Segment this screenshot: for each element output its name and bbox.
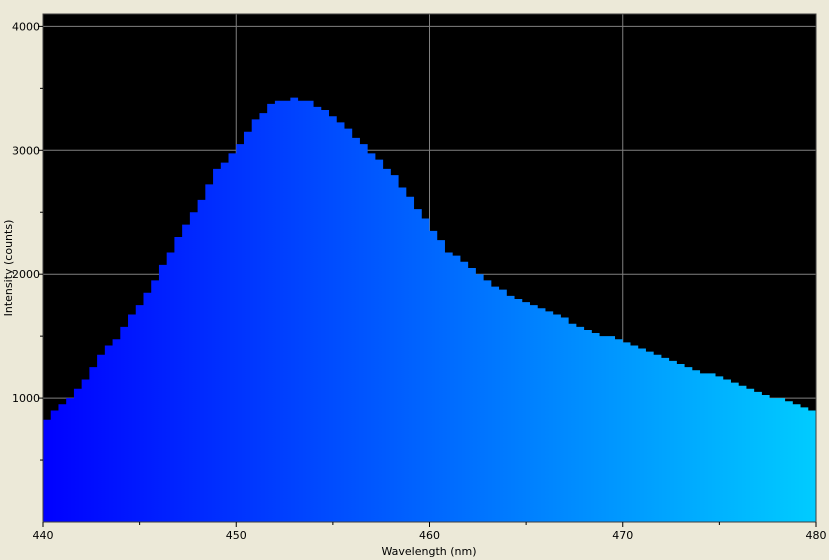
x-tick-label: 450 <box>226 529 247 542</box>
y-tick-label: 3000 <box>12 144 40 157</box>
x-tick-label: 460 <box>419 529 440 542</box>
x-axis: 440 450 460 470 480 <box>33 522 827 542</box>
y-tick-label: 1000 <box>12 392 40 405</box>
x-axis-title: Wavelength (nm) <box>381 545 476 558</box>
x-tick-label: 480 <box>806 529 827 542</box>
x-tick-label: 440 <box>33 529 54 542</box>
y-tick-label: 4000 <box>12 20 40 33</box>
y-axis-title: Intensity (counts) <box>2 220 15 317</box>
x-tick-label: 470 <box>612 529 633 542</box>
y-axis: 1000 2000 3000 4000 <box>12 20 43 461</box>
spectrum-chart: 440 450 460 470 480 1000 2000 3000 4000 Wavelen… <box>2 13 827 558</box>
y-tick-label: 2000 <box>12 268 40 281</box>
